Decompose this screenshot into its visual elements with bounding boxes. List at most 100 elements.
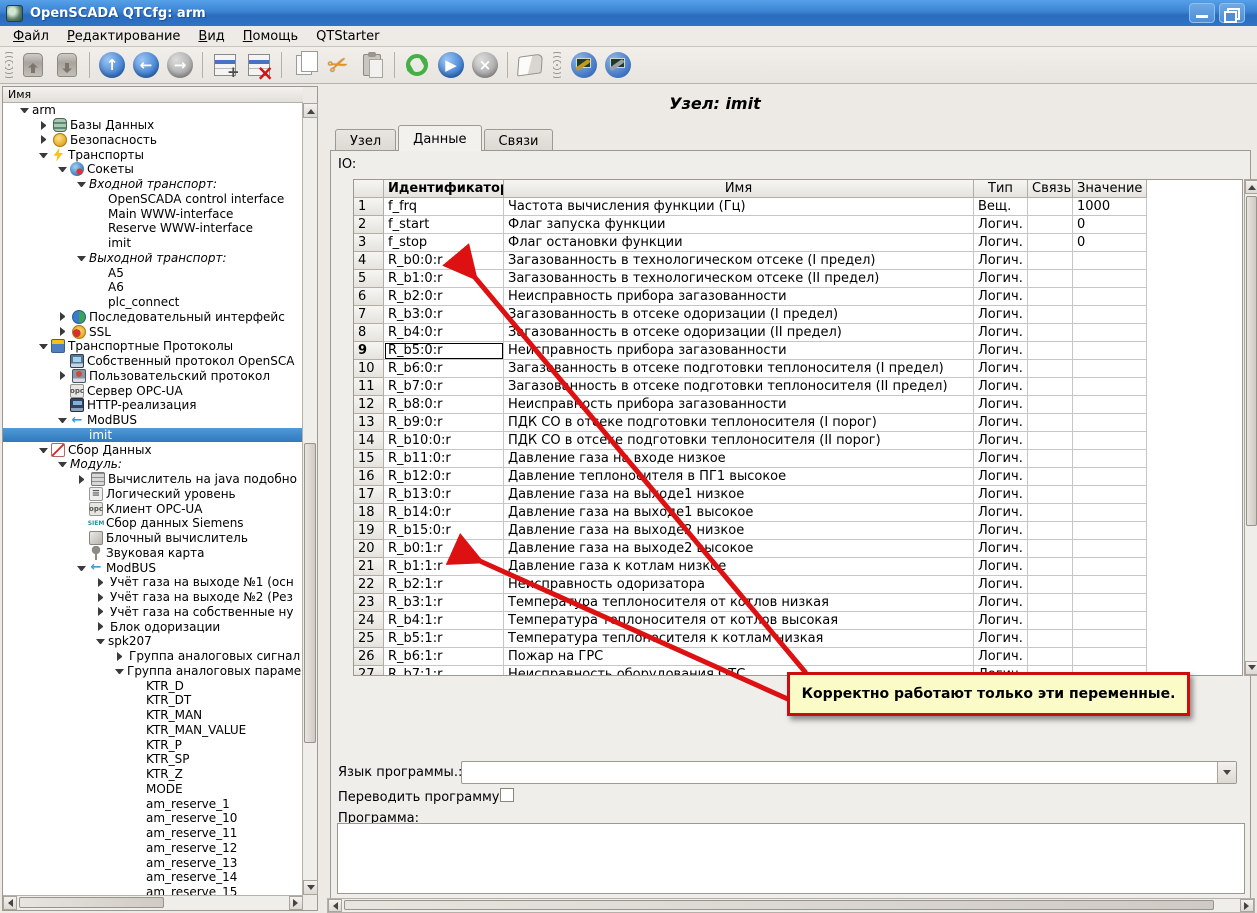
expander-open-icon[interactable]: [77, 256, 86, 265]
type-cell[interactable]: Логич.: [974, 360, 1028, 378]
type-cell[interactable]: Логич.: [974, 270, 1028, 288]
name-cell[interactable]: Неисправность прибора загазованности: [504, 342, 974, 360]
paste-item-button[interactable]: [356, 49, 388, 81]
io-vscroll-thumb[interactable]: [1246, 196, 1257, 526]
tree-item-ktr_d[interactable]: KTR_D: [3, 678, 303, 693]
link-cell[interactable]: [1028, 324, 1073, 342]
value-cell[interactable]: [1073, 540, 1147, 558]
name-cell[interactable]: Давление газа на выходе1 высокое: [504, 504, 974, 522]
link-cell[interactable]: [1028, 198, 1073, 216]
identifier-cell[interactable]: R_b0:0:r: [384, 252, 504, 270]
type-cell[interactable]: Логич.: [974, 216, 1028, 234]
link-cell[interactable]: [1028, 576, 1073, 594]
identifier-cell[interactable]: R_b8:0:r: [384, 396, 504, 414]
expander-open-icon[interactable]: [39, 344, 48, 353]
row-number[interactable]: 9: [354, 342, 384, 360]
refresh-button[interactable]: [401, 49, 433, 81]
language-combobox[interactable]: [461, 761, 1237, 784]
link-cell[interactable]: [1028, 396, 1073, 414]
identifier-cell[interactable]: R_b2:1:r: [384, 576, 504, 594]
row-number[interactable]: 23: [354, 594, 384, 612]
row-number[interactable]: 16: [354, 468, 384, 486]
tree-horizontal-scrollbar[interactable]: [3, 895, 303, 910]
value-cell[interactable]: [1073, 612, 1147, 630]
link-cell[interactable]: [1028, 270, 1073, 288]
copy-item-button[interactable]: [288, 49, 320, 81]
link-cell[interactable]: [1028, 486, 1073, 504]
type-cell[interactable]: Логич.: [974, 540, 1028, 558]
identifier-cell[interactable]: R_b1:1:r: [384, 558, 504, 576]
expander-open-icon[interactable]: [77, 566, 86, 575]
delete-item-button[interactable]: ×: [243, 49, 275, 81]
tree-item-ktr_p[interactable]: KTR_P: [3, 737, 303, 752]
row-number[interactable]: 2: [354, 216, 384, 234]
tree-item-транспорты[interactable]: Транспорты: [3, 147, 303, 162]
link-cell[interactable]: [1028, 612, 1073, 630]
link-cell[interactable]: [1028, 504, 1073, 522]
tree-item-последовательный-интерфейс[interactable]: Последовательный интерфейс: [3, 310, 303, 325]
expander-open-icon[interactable]: [39, 153, 48, 162]
tree-item-ktr_man_value[interactable]: KTR_MAN_VALUE: [3, 723, 303, 738]
tree-item-main-www-interface[interactable]: Main WWW-interface: [3, 206, 303, 221]
row-number[interactable]: 4: [354, 252, 384, 270]
name-cell[interactable]: Температура теплоносителя к котлам низка…: [504, 630, 974, 648]
add-item-button[interactable]: +: [209, 49, 241, 81]
value-cell[interactable]: [1073, 522, 1147, 540]
tree-item-spk207[interactable]: spk207: [3, 634, 303, 649]
link-cell[interactable]: [1028, 252, 1073, 270]
toolbar-handle[interactable]: [5, 52, 13, 78]
name-cell[interactable]: Давление газа на выходе2 низкое: [504, 522, 974, 540]
main-hscroll-thumb[interactable]: [344, 900, 1214, 910]
tree-item-imit[interactable]: imit: [3, 428, 303, 443]
tree-item-am_reserve_14[interactable]: am_reserve_14: [3, 870, 303, 885]
type-cell[interactable]: Логич.: [974, 576, 1028, 594]
expander-open-icon[interactable]: [58, 167, 67, 176]
value-cell[interactable]: [1073, 288, 1147, 306]
value-cell[interactable]: [1073, 576, 1147, 594]
row-number[interactable]: 21: [354, 558, 384, 576]
value-cell[interactable]: [1073, 360, 1147, 378]
start-update-button[interactable]: ▶: [435, 49, 467, 81]
io-table-vertical-scrollbar[interactable]: [1244, 179, 1257, 676]
type-cell[interactable]: Логич.: [974, 378, 1028, 396]
link-cell[interactable]: [1028, 558, 1073, 576]
value-cell[interactable]: 0: [1073, 234, 1147, 252]
link-cell[interactable]: [1028, 630, 1073, 648]
expander-open-icon[interactable]: [115, 669, 124, 678]
row-number[interactable]: 1: [354, 198, 384, 216]
expander-open-icon[interactable]: [20, 108, 29, 117]
row-number[interactable]: 12: [354, 396, 384, 414]
row-number[interactable]: 24: [354, 612, 384, 630]
tree-item-безопасность[interactable]: Безопасность: [3, 133, 303, 148]
value-cell[interactable]: [1073, 450, 1147, 468]
value-cell[interactable]: [1073, 558, 1147, 576]
name-cell[interactable]: Неисправность одоризатора: [504, 576, 974, 594]
identifier-cell[interactable]: R_b3:1:r: [384, 594, 504, 612]
expander-closed-icon[interactable]: [98, 593, 107, 602]
link-cell[interactable]: [1028, 648, 1073, 666]
link-cell[interactable]: [1028, 360, 1073, 378]
type-cell[interactable]: Логич.: [974, 468, 1028, 486]
tree-item-ssl[interactable]: SSL: [3, 324, 303, 339]
tree-item-reserve-www-interface[interactable]: Reserve WWW-interface: [3, 221, 303, 236]
value-cell[interactable]: [1073, 252, 1147, 270]
tree-item-клиент-opc-ua[interactable]: opcКлиент OPC-UA: [3, 501, 303, 516]
column-header-Связь[interactable]: Связь: [1028, 180, 1073, 198]
expander-open-icon[interactable]: [77, 182, 86, 191]
tree-item-учёт-газа-на-выходе-1-осн[interactable]: Учёт газа на выходе №1 (осн: [3, 575, 303, 590]
name-cell[interactable]: Частота вычисления функции (Гц): [504, 198, 974, 216]
go-up-button[interactable]: ↑: [96, 49, 128, 81]
type-cell[interactable]: Логич.: [974, 594, 1028, 612]
column-header-Тип[interactable]: Тип: [974, 180, 1028, 198]
row-number[interactable]: 19: [354, 522, 384, 540]
identifier-cell[interactable]: R_b14:0:r: [384, 504, 504, 522]
tab-dannye[interactable]: Данные: [398, 125, 481, 151]
identifier-cell[interactable]: R_b6:1:r: [384, 648, 504, 666]
go-forward-button[interactable]: →: [164, 49, 196, 81]
column-header-Идентификатор[interactable]: Идентификатор: [384, 180, 504, 198]
name-cell[interactable]: Загазованность в отсеке одоризации (II п…: [504, 324, 974, 342]
type-cell[interactable]: Логич.: [974, 414, 1028, 432]
go-back-button[interactable]: ←: [130, 49, 162, 81]
identifier-cell[interactable]: R_b2:0:r: [384, 288, 504, 306]
tree-item-ktr_dt[interactable]: KTR_DT: [3, 693, 303, 708]
